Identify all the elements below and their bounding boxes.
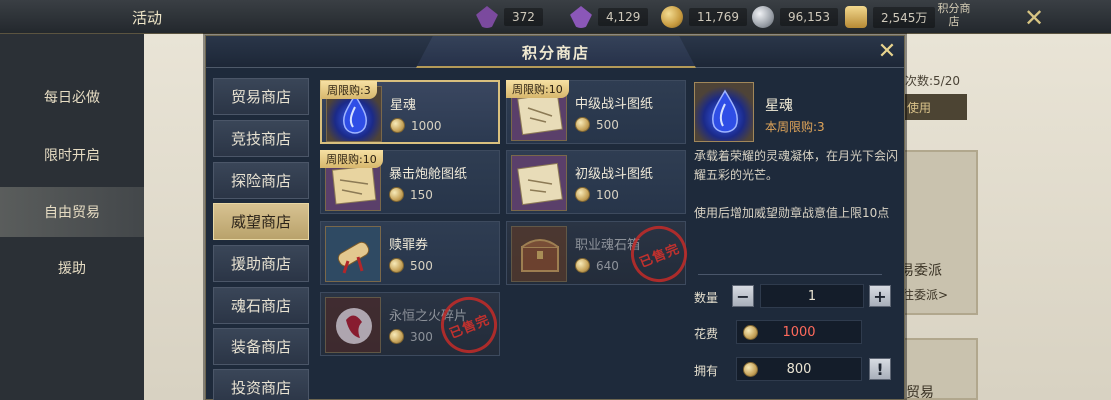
currency-purple-crystal: 4,129: [570, 6, 649, 28]
cost-field: 1000: [736, 320, 862, 344]
sidebar-item-free-trade[interactable]: 自由贸易: [0, 187, 144, 237]
sold-out-stamp: 已售完: [432, 288, 506, 362]
quantity-field[interactable]: 1: [760, 284, 864, 308]
coin-icon: [575, 187, 590, 202]
coin-icon: [575, 117, 590, 132]
currency-purple-gem: 372: [476, 6, 543, 28]
tab-prestige-shop[interactable]: 威望商店: [213, 203, 309, 240]
cost-value: 1000: [782, 324, 816, 340]
fire-shard-icon: [325, 297, 381, 353]
item-detail-panel: 星魂 本周限购:3 承载着荣耀的灵魂凝体，在月光下会闪耀五彩的光芒。 使用后增加…: [686, 80, 898, 398]
points-shop-shortcut[interactable]: 积分商店: [936, 2, 972, 28]
item-name: 中级战斗图纸: [575, 97, 654, 112]
detail-effect: 使用后增加威望勋章战意值上限10点: [694, 206, 890, 220]
increase-quantity-button[interactable]: +: [869, 285, 891, 307]
silver-coin-icon: [752, 6, 774, 28]
weekly-limit-tag: 周限购:10: [320, 150, 383, 168]
purple-crystal-icon: [570, 6, 592, 28]
commission-link[interactable]: 往委派>: [902, 286, 948, 303]
shop-item-star-soul[interactable]: 周限购:3 星魂 1000: [320, 80, 500, 144]
owned-field: 800: [736, 357, 862, 381]
sidebar-item-limited[interactable]: 限时开启: [0, 130, 144, 180]
trade-title: 贸易: [906, 385, 934, 400]
treasure-chest-icon: [511, 226, 567, 282]
sidebar-item-daily[interactable]: 每日必做: [0, 72, 144, 122]
tab-arena-shop[interactable]: 竞技商店: [213, 120, 309, 157]
item-price: 1000: [390, 118, 442, 133]
shop-item-indulgence[interactable]: 赎罪券 500: [320, 221, 500, 285]
shop-item-eternal-fire-shard[interactable]: 永恒之火碎片 300 已售完: [320, 288, 506, 362]
coin-icon: [743, 325, 758, 340]
game-logo: [62, 4, 122, 28]
top-bar: 活动 372 4,129 11,769 96,153 2,545万 积分商店 ✕: [0, 0, 1111, 34]
use-button[interactable]: 使用: [905, 94, 967, 120]
tab-trade-shop[interactable]: 贸易商店: [213, 78, 309, 115]
item-name: 暴击炮舱图纸: [389, 167, 468, 182]
coin-icon: [389, 329, 404, 344]
owned-label: 拥有: [694, 364, 719, 378]
coin-icon: [390, 118, 405, 133]
coin-icon: [389, 187, 404, 202]
close-icon[interactable]: ✕: [1024, 4, 1044, 32]
item-price: 300: [389, 329, 433, 344]
activity-sidebar: 每日必做 限时开启 自由贸易 援助: [0, 34, 144, 400]
blueprint-scroll-icon: [511, 155, 567, 211]
weekly-limit-tag: 周限购:3: [321, 81, 377, 99]
sidebar-item-aid[interactable]: 援助: [0, 243, 144, 293]
shop-item-basic-blueprint[interactable]: 初级战斗图纸 100: [506, 150, 686, 214]
cost-label: 花费: [694, 327, 719, 341]
tab-investment-shop[interactable]: 投资商店: [213, 369, 309, 400]
tab-equipment-shop[interactable]: 装备商店: [213, 328, 309, 365]
item-price: 500: [575, 117, 619, 132]
item-price: 100: [575, 187, 619, 202]
owned-value: 800: [786, 361, 812, 377]
item-price: 150: [389, 187, 433, 202]
tab-explore-shop[interactable]: 探险商店: [213, 162, 309, 199]
purple-gem-icon: [476, 6, 498, 28]
attempts-count: 次数:5/20: [905, 74, 960, 88]
coin-icon: [575, 258, 590, 273]
points-shop-dialog: 积分商店 ✕ 贸易商店 竞技商店 探险商店 威望商店 援助商店 魂石商店 装备商…: [205, 35, 905, 400]
quantity-label: 数量: [694, 291, 719, 305]
currency-gold-ingot: 2,545万: [845, 6, 936, 28]
sold-out-stamp: 已售完: [622, 217, 696, 291]
coin-icon: [743, 362, 758, 377]
shop-item-intermediate-blueprint[interactable]: 周限购:10 中级战斗图纸 500: [506, 80, 686, 144]
decrease-quantity-button[interactable]: −: [732, 285, 754, 307]
detail-description: 承载着荣耀的灵魂凝体，在月光下会闪耀五彩的光芒。: [694, 149, 899, 182]
tab-aid-shop[interactable]: 援助商店: [213, 245, 309, 282]
item-name: 初级战斗图纸: [575, 167, 654, 182]
shop-item-class-soulstone-chest[interactable]: 职业魂石箱 640 已售完: [506, 217, 696, 291]
info-button[interactable]: !: [869, 358, 891, 380]
item-name: 赎罪券: [389, 238, 429, 253]
weekly-limit-tag: 周限购:10: [506, 80, 569, 98]
currency-silver-coin: 96,153: [752, 6, 838, 28]
shop-item-crit-cannon-blueprint[interactable]: 周限购:10 暴击炮舱图纸 150: [320, 150, 500, 214]
soul-crystal-icon: [694, 82, 754, 142]
red-scroll-icon: [325, 226, 381, 282]
gold-ingot-icon: [845, 6, 867, 28]
currency-gold-coin: 11,769: [661, 6, 747, 28]
item-price: 640: [575, 258, 619, 273]
coin-icon: [389, 258, 404, 273]
commission-title: 易委派: [900, 263, 942, 279]
page-title: 活动: [132, 9, 163, 27]
detail-weekly-limit: 本周限购:3: [765, 120, 825, 134]
item-price: 500: [389, 258, 433, 273]
dialog-title: 积分商店: [521, 44, 590, 62]
divider: [698, 274, 882, 275]
item-name: 星魂: [390, 98, 417, 113]
detail-item-name: 星魂: [765, 98, 793, 114]
close-icon[interactable]: ✕: [874, 39, 900, 65]
gold-coin-icon: [661, 6, 683, 28]
tab-soulstone-shop[interactable]: 魂石商店: [213, 287, 309, 324]
